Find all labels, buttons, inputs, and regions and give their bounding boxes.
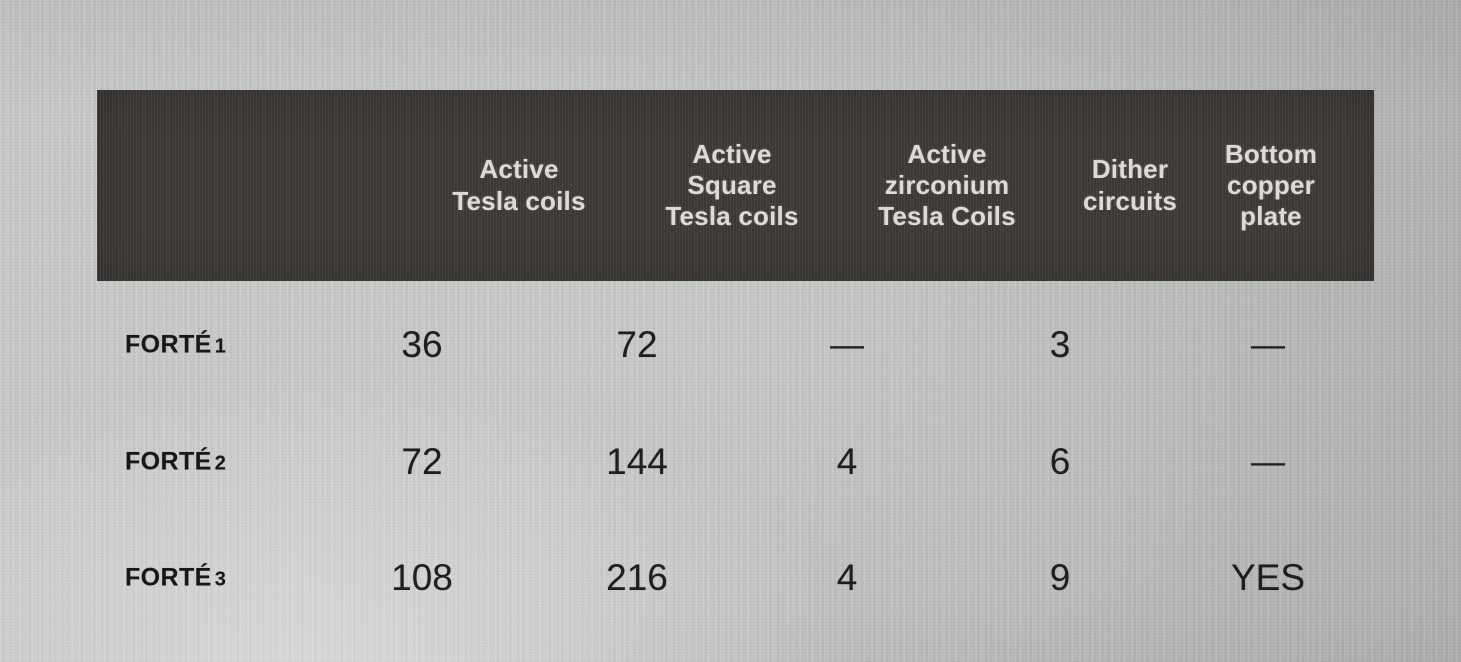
table-cell: 72 <box>401 441 443 482</box>
column-header-line: Tesla coils <box>665 201 799 232</box>
row-label-number: 3 <box>214 568 227 591</box>
table-cell: 36 <box>401 324 443 365</box>
table-cell: — <box>1251 443 1285 481</box>
row-label-number: 1 <box>214 335 227 358</box>
screenshot-root: Active Tesla coils Active Square Tesla c… <box>0 0 1461 662</box>
specification-table: Active Tesla coils Active Square Tesla c… <box>97 90 1374 620</box>
table-cell: 4 <box>836 441 858 482</box>
column-header-active-tesla-coils: Active Tesla coils <box>418 90 620 281</box>
column-header-line: Active <box>692 138 772 169</box>
column-header-line: copper <box>1227 169 1315 200</box>
table-cell: 72 <box>616 324 658 365</box>
table-cell: — <box>1251 326 1285 364</box>
table-cell: 6 <box>1049 441 1071 482</box>
column-header-line: Square <box>687 169 777 200</box>
row-label-text: FORTÉ <box>125 330 212 359</box>
table-cell: 108 <box>391 557 453 598</box>
table-cell: 144 <box>606 441 668 482</box>
table-cell: — <box>830 326 864 364</box>
table-cell: YES <box>1230 557 1306 598</box>
column-header-line: plate <box>1240 201 1302 232</box>
column-header-line: circuits <box>1082 185 1178 216</box>
table-cell: 3 <box>1049 324 1071 365</box>
table-row-label-forte-1: FORTÉ 1 <box>125 331 226 360</box>
column-header-bottom-copper-plate: Bottom copper plate <box>1168 90 1374 281</box>
column-header-line: Bottom <box>1224 138 1318 169</box>
table-row-label-forte-3: FORTÉ 3 <box>125 564 226 593</box>
column-header-active-square-tesla-coils: Active Square Tesla coils <box>627 90 837 281</box>
column-header-line: Active <box>479 154 559 185</box>
table-cell: 216 <box>606 557 668 598</box>
row-label-number: 2 <box>214 452 227 475</box>
row-label-text: FORTÉ <box>125 563 212 592</box>
column-header-line: Tesla coils <box>452 185 586 216</box>
table-cell: 9 <box>1049 557 1071 598</box>
column-header-line: Dither <box>1091 154 1169 185</box>
row-label-text: FORTÉ <box>125 447 212 476</box>
table-cell: 4 <box>836 557 858 598</box>
table-row-label-forte-2: FORTÉ 2 <box>125 448 226 477</box>
